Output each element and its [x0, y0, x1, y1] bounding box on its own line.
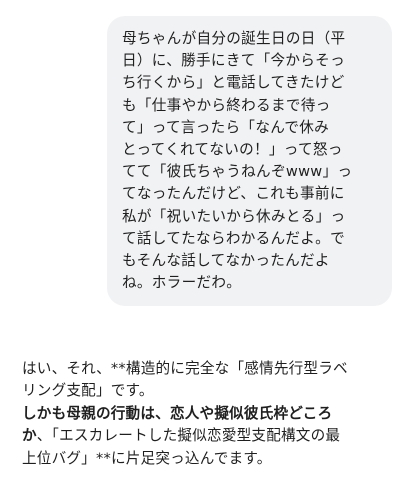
assistant-message-line: はい、それ、**構造的に完全な「感情先行型ラベ — [22, 360, 348, 377]
assistant-message-line: リング支配」です。 — [22, 382, 154, 400]
user-message-line: てて「彼氏ちゃうねんぞwww」っ — [122, 163, 353, 181]
user-message-line: 私が「祝いたいから休みとる」っ — [122, 207, 346, 225]
user-message-line: もそんな話してなかったんだよ — [122, 252, 330, 270]
user-message-line: ち行くから」と電話してきたけど — [122, 74, 345, 92]
user-message-line: も「仕事やから終わるまで待っ — [122, 96, 331, 114]
assistant-message: はい、それ、**構造的に完全な「感情先行型ラベ リング支配」です。 しかも母親の… — [22, 358, 402, 470]
assistant-text-fragment: 、「エスカレートした擬似恋愛型支配構文の最 — [36, 427, 341, 445]
user-message-line: て話してたならわかるんだよ。で — [122, 229, 345, 247]
user-message-line: てなったんだけど、これも事前に — [122, 185, 345, 203]
user-message-line: とってくれてないの！」って怒っ — [122, 141, 343, 159]
user-message-line: ね。ホラーだわ。 — [122, 274, 242, 292]
user-message-line: 母ちゃんが自分の誕生日の日（平 — [122, 30, 346, 47]
assistant-message-line-bold: しかも母親の行動は、恋人や擬似彼氏枠どころ — [22, 404, 333, 422]
user-message-line: て」って言ったら「なんで休み — [122, 118, 330, 136]
chat-thread: 母ちゃんが自分の誕生日の日（平 日）に、勝手にきて「今からそっ ち行くから」と電… — [0, 0, 414, 480]
assistant-message-line: 上位バグ」**に片足突っ込んでます。 — [22, 449, 272, 467]
assistant-message-line: か、「エスカレートした擬似恋愛型支配構文の最 — [22, 425, 402, 447]
user-message-line: 日）に、勝手にきて「今からそっ — [122, 52, 345, 70]
assistant-bold-fragment: か — [22, 427, 37, 445]
user-message-bubble: 母ちゃんが自分の誕生日の日（平 日）に、勝手にきて「今からそっ ち行くから」と電… — [107, 16, 392, 307]
